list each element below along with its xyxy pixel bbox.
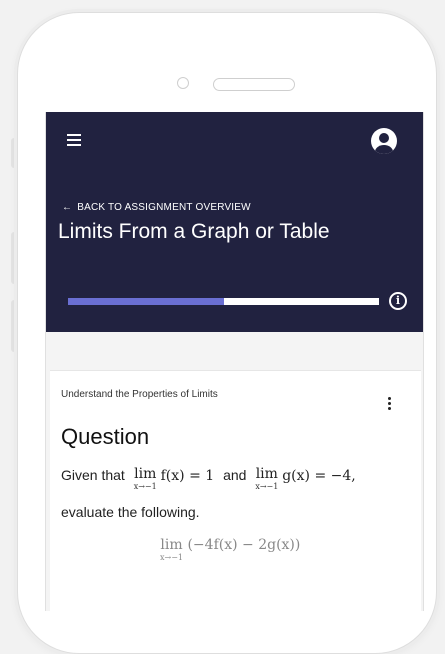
assignment-header: ← BACK TO ASSIGNMENT OVERVIEW Limits From… — [46, 112, 423, 332]
target-limit-expression: lim x→−1 (−4f(x) − 2g(x)) — [160, 536, 300, 562]
phone-speaker — [213, 78, 295, 91]
given-prefix: Given that — [61, 467, 125, 483]
limit-operator: lim x→−1 — [160, 537, 184, 562]
back-link-label: BACK TO ASSIGNMENT OVERVIEW — [77, 202, 251, 213]
account-icon[interactable] — [371, 128, 397, 154]
and-word: and — [223, 467, 247, 483]
question-instruction: evaluate the following. — [61, 504, 200, 520]
menu-icon[interactable] — [67, 134, 81, 146]
limit-operator: lim x→−1 — [255, 466, 279, 491]
question-card: Understand the Properties of Limits Ques… — [50, 370, 421, 611]
phone-side-button — [11, 138, 16, 168]
phone-camera — [177, 77, 189, 89]
question-given-statement: Given that lim x→−1 f(x) = 1 and lim x→−1 … — [61, 467, 356, 491]
section-title: Understand the Properties of Limits — [61, 389, 218, 400]
progress-bar-fill — [68, 298, 224, 305]
back-to-assignment-link[interactable]: ← BACK TO ASSIGNMENT OVERVIEW — [62, 202, 251, 213]
page-title: Limits From a Graph or Table — [58, 220, 330, 243]
phone-volume-down-button — [11, 300, 16, 352]
question-heading: Question — [61, 424, 150, 449]
target-expression: (−4f(x) − 2g(x)) — [187, 537, 301, 553]
back-arrow-icon: ← — [62, 202, 73, 213]
app-screen: ← BACK TO ASSIGNMENT OVERVIEW Limits From… — [45, 112, 424, 611]
phone-volume-up-button — [11, 232, 16, 284]
limit-operator: lim x→−1 — [133, 466, 157, 491]
g-limit-expression: g(x) = −4, — [282, 468, 356, 484]
progress-bar — [68, 298, 379, 305]
more-vertical-icon[interactable] — [388, 397, 392, 412]
info-icon[interactable]: i — [389, 292, 407, 310]
f-limit-expression: f(x) = 1 — [160, 468, 215, 484]
